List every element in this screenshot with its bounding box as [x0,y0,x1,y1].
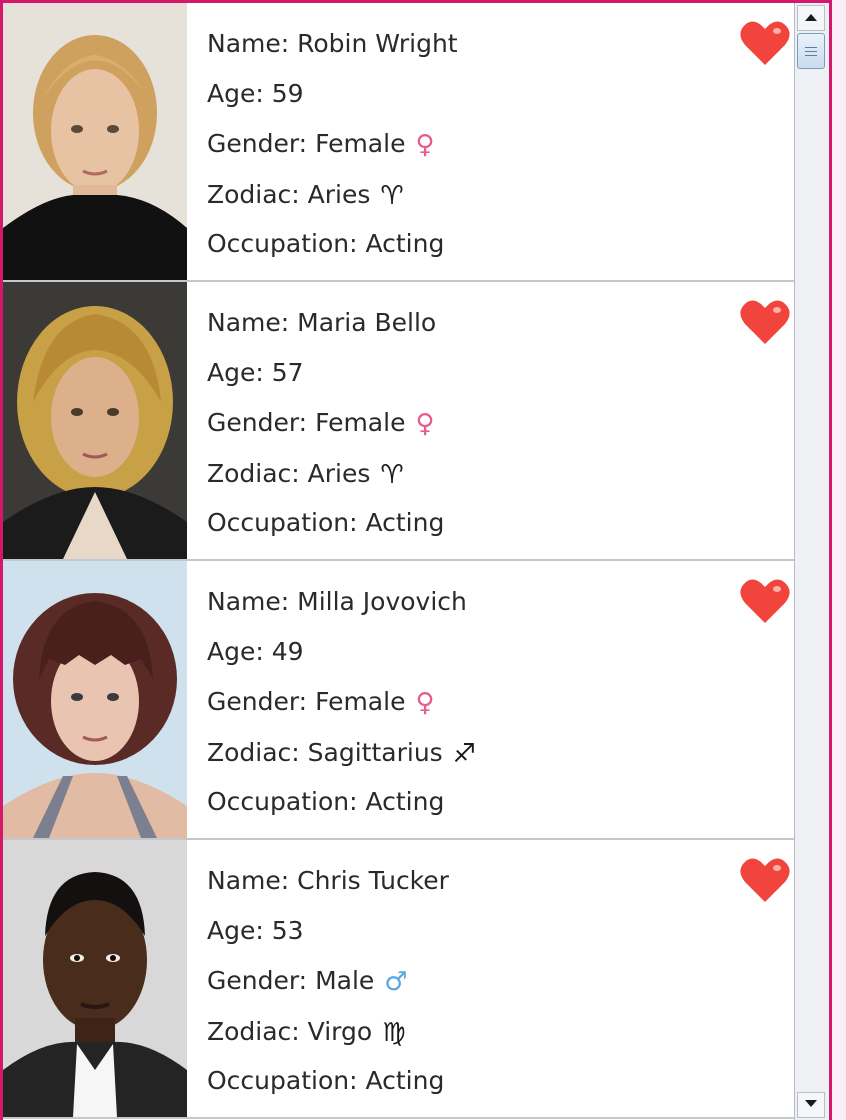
heart-icon[interactable] [739,19,791,67]
person-details: Name: Milla Jovovich Age: 49 Gender: Fem… [187,561,797,838]
gender-field: Gender: Female ♀ [207,687,435,718]
person-details: Name: Maria Bello Age: 57 Gender: Female… [187,282,797,559]
scroll-thumb[interactable] [797,33,825,69]
aries-icon: ♈ [380,460,404,490]
person-details: Name: Robin Wright Age: 59 Gender: Femal… [187,3,797,280]
occupation-field: Occupation: Acting [207,1066,445,1095]
vertical-scrollbar[interactable] [794,3,829,1120]
aries-icon: ♈ [380,181,404,211]
female-symbol-icon: ♀ [415,688,435,718]
arrow-up-icon [805,14,817,21]
avatar [3,561,187,838]
zodiac-field: Zodiac: Aries ♈ [207,459,404,490]
scroll-up-button[interactable] [797,5,825,31]
contact-list[interactable]: Name: Robin Wright Age: 59 Gender: Femal… [3,3,797,1120]
gender-field: Gender: Female ♀ [207,129,435,160]
heart-icon[interactable] [739,298,791,346]
age-field: Age: 59 [207,79,304,108]
list-item[interactable]: Name: Chris Tucker Age: 53 Gender: Male ♂… [3,840,797,1119]
name-field: Name: Maria Bello [207,308,437,337]
occupation-field: Occupation: Acting [207,508,445,537]
zodiac-field: Zodiac: Virgo ♍ [207,1017,406,1048]
avatar [3,840,187,1117]
heart-icon[interactable] [739,577,791,625]
contact-list-window: Name: Robin Wright Age: 59 Gender: Femal… [0,0,832,1120]
male-symbol-icon: ♂ [384,967,408,997]
scroll-down-button[interactable] [797,1092,825,1118]
zodiac-field: Zodiac: Aries ♈ [207,180,404,211]
gender-field: Gender: Male ♂ [207,966,408,997]
female-symbol-icon: ♀ [415,130,435,160]
person-details: Name: Chris Tucker Age: 53 Gender: Male ♂… [187,840,797,1117]
virgo-icon: ♍ [382,1018,406,1048]
gender-field: Gender: Female ♀ [207,408,435,439]
list-item[interactable]: Name: Robin Wright Age: 59 Gender: Femal… [3,3,797,282]
age-field: Age: 57 [207,358,304,387]
avatar [3,282,187,559]
heart-icon[interactable] [739,856,791,904]
age-field: Age: 53 [207,916,304,945]
occupation-field: Occupation: Acting [207,787,445,816]
avatar [3,3,187,280]
age-field: Age: 49 [207,637,304,666]
female-symbol-icon: ♀ [415,409,435,439]
arrow-down-icon [805,1100,817,1107]
occupation-field: Occupation: Acting [207,229,445,258]
zodiac-field: Zodiac: Sagittarius ♐ [207,738,477,769]
list-item[interactable]: Name: Maria Bello Age: 57 Gender: Female… [3,282,797,561]
sagittarius-icon: ♐ [452,739,477,769]
name-field: Name: Chris Tucker [207,866,449,895]
name-field: Name: Milla Jovovich [207,587,467,616]
name-field: Name: Robin Wright [207,29,458,58]
list-item[interactable]: Name: Milla Jovovich Age: 49 Gender: Fem… [3,561,797,840]
